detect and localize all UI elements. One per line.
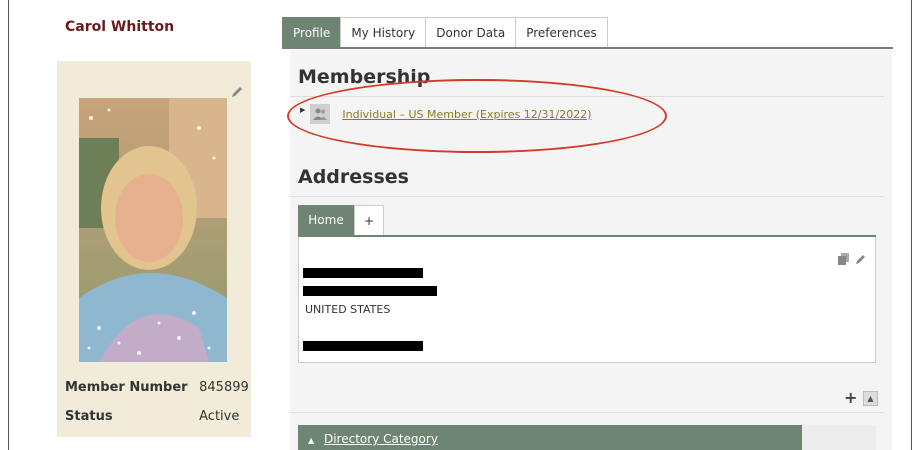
tab-preferences[interactable]: Preferences — [515, 17, 608, 48]
tab-my-history[interactable]: My History — [340, 17, 427, 48]
member-number-row: Member Number 845899 — [65, 380, 249, 395]
section-divider — [290, 412, 884, 413]
status-row: Status Active — [65, 409, 239, 424]
profile-tabs: Profile My History Donor Data Preference… — [282, 17, 608, 48]
redacted-city — [303, 286, 437, 296]
profile-photo — [79, 98, 227, 362]
member-number-value: 845899 — [199, 380, 249, 395]
membership-heading: Membership — [298, 66, 431, 88]
tab-profile[interactable]: Profile — [282, 17, 342, 48]
membership-item: ▶ Individual – US Member (Expires 12/31/… — [300, 104, 592, 124]
plus-icon[interactable]: + — [844, 390, 857, 406]
directory-bar-end — [802, 425, 876, 450]
tabs-underline — [282, 47, 893, 49]
collapse-arrow-icon[interactable]: ▲ — [308, 436, 314, 445]
status-value: Active — [199, 409, 240, 424]
edit-address-icon[interactable] — [855, 250, 867, 269]
address-tab-home[interactable]: Home — [298, 205, 354, 235]
tab-donor-data[interactable]: Donor Data — [425, 17, 517, 48]
membership-rule — [290, 96, 884, 97]
copy-icon[interactable] — [838, 250, 849, 269]
directory-category-header: ▲ Directory Category — [308, 432, 438, 446]
address-country: UNITED STATES — [305, 303, 391, 316]
redacted-email — [303, 341, 423, 351]
membership-link[interactable]: Individual – US Member (Expires 12/31/20… — [342, 108, 591, 121]
address-actions — [838, 250, 867, 269]
member-group-icon — [310, 104, 331, 124]
status-label: Status — [65, 409, 113, 424]
addresses-heading: Addresses — [298, 166, 409, 188]
add-address-tab[interactable]: + — [354, 205, 384, 235]
member-number-label: Member Number — [65, 380, 188, 395]
redacted-street — [303, 268, 423, 278]
expand-triangle-icon[interactable]: ▶ — [300, 106, 305, 114]
addresses-rule — [290, 196, 884, 197]
member-name: Carol Whitton — [65, 19, 175, 35]
directory-category-link[interactable]: Directory Category — [324, 432, 438, 446]
edit-pencil-icon[interactable] — [230, 84, 244, 98]
collapse-up-icon[interactable]: ▲ — [863, 391, 878, 406]
